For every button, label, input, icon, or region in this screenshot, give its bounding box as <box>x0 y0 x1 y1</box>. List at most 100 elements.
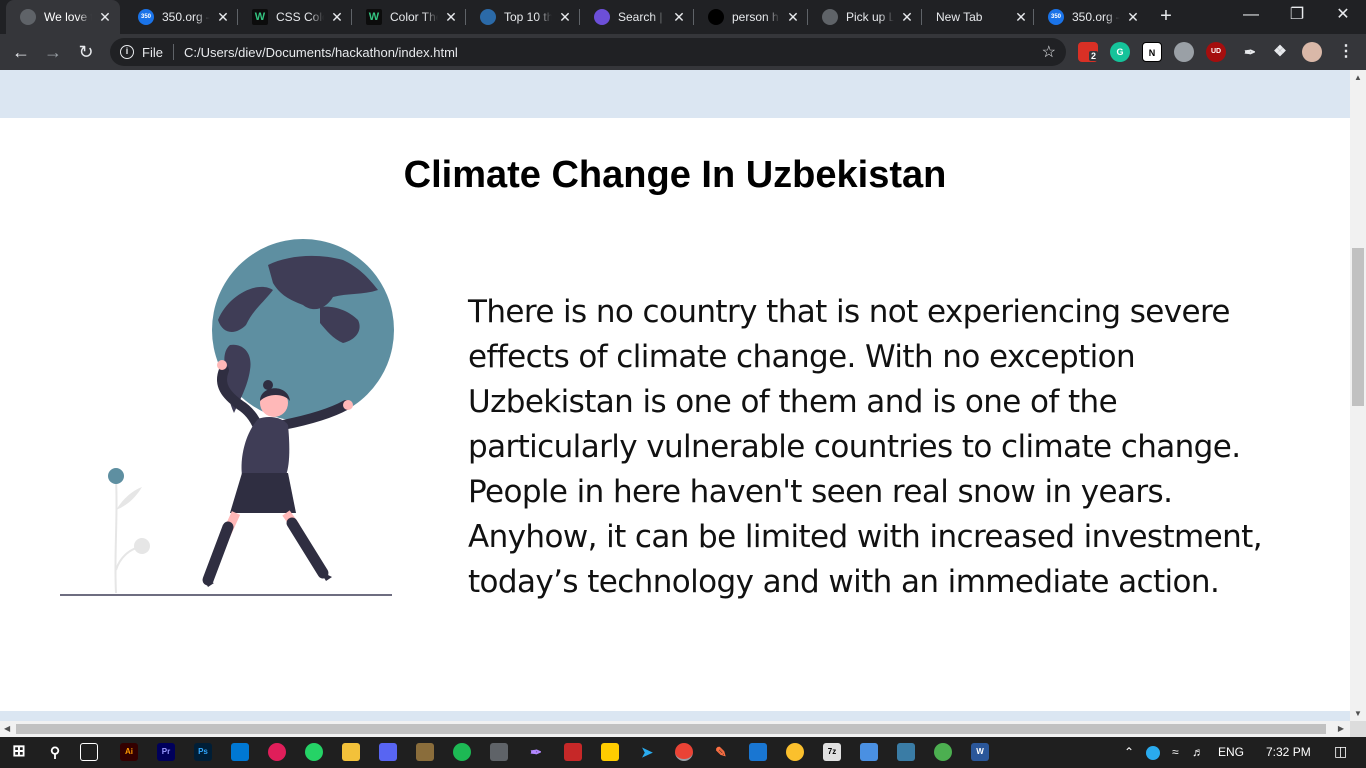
paint-icon[interactable]: ✎ <box>712 743 730 761</box>
green-app-icon[interactable] <box>934 743 952 761</box>
spotify-icon[interactable] <box>453 743 471 761</box>
tab-label: Search | u <box>618 10 666 24</box>
notifications-icon[interactable]: ◫ <box>1334 743 1347 760</box>
yellow-app-icon[interactable] <box>601 743 619 761</box>
wifi-icon[interactable]: ≈ <box>1172 745 1179 759</box>
tray-telegram-icon[interactable] <box>1146 746 1160 760</box>
tab-close-icon[interactable]: ✕ <box>900 9 914 26</box>
scroll-left-arrow-icon[interactable]: ◀ <box>4 724 10 733</box>
scroll-up-arrow-icon[interactable]: ▲ <box>1354 73 1362 82</box>
horizontal-scrollbar[interactable]: ◀ ▶ <box>0 721 1350 737</box>
address-bar[interactable]: i File C:/Users/diev/Documents/hackathon… <box>110 38 1066 66</box>
page-title: Climate Change In Uzbekistan <box>403 154 947 196</box>
tab-4[interactable]: Top 10 th ✕ <box>466 0 580 34</box>
task-view-icon[interactable] <box>80 743 98 761</box>
tab-0[interactable]: We love t ✕ <box>6 0 120 34</box>
tab-7[interactable]: Pick up L ✕ <box>808 0 922 34</box>
extensions-puzzle-icon[interactable]: ❖ <box>1270 42 1290 62</box>
reload-icon[interactable]: ↻ <box>73 39 99 65</box>
tab-close-icon[interactable]: ✕ <box>1126 9 1140 26</box>
slack-icon[interactable] <box>268 743 286 761</box>
header-band <box>0 70 1350 118</box>
red-app-icon[interactable] <box>564 743 582 761</box>
tab-close-icon[interactable]: ✕ <box>558 9 572 26</box>
tab-label: Color The <box>390 10 438 24</box>
tab-9[interactable]: 350 350.org – ✕ <box>1034 0 1148 34</box>
tab-2[interactable]: W CSS Colo ✕ <box>238 0 352 34</box>
tab-close-icon[interactable]: ✕ <box>1014 9 1028 26</box>
tab-separator <box>693 9 694 25</box>
search-icon[interactable]: ⚲ <box>46 743 64 761</box>
ublock-icon[interactable]: UD <box>1206 42 1226 62</box>
blue-app-icon[interactable] <box>749 743 767 761</box>
chrome-icon[interactable] <box>675 743 693 761</box>
file-explorer-icon[interactable] <box>342 743 360 761</box>
photoshop-icon[interactable]: Ps <box>194 743 212 761</box>
back-arrow-icon[interactable]: ← <box>8 39 34 65</box>
new-tab-button[interactable]: + <box>1154 5 1178 29</box>
calendar-extension-icon[interactable]: 2 <box>1078 42 1099 62</box>
telegram-icon[interactable]: ➤ <box>638 743 656 761</box>
books-icon[interactable] <box>416 743 434 761</box>
python-icon[interactable] <box>860 743 878 761</box>
tab-5[interactable]: Search | u ✕ <box>580 0 694 34</box>
tab-close-icon[interactable]: ✕ <box>672 9 686 26</box>
tab-label: We love t <box>44 10 92 24</box>
monitor-app-icon[interactable] <box>897 743 915 761</box>
tray-chevron-icon[interactable]: ⌃ <box>1124 745 1134 759</box>
tab-close-icon[interactable]: ✕ <box>444 9 458 26</box>
notion-icon[interactable]: N <box>1142 42 1162 62</box>
tab-6[interactable]: person h ✕ <box>694 0 808 34</box>
grammarly-icon[interactable]: G <box>1110 42 1130 62</box>
tab-favicon-icon <box>480 9 496 25</box>
tab-close-icon[interactable]: ✕ <box>216 9 230 26</box>
triangle-app-icon[interactable] <box>786 743 804 761</box>
premiere-icon[interactable]: Pr <box>157 743 175 761</box>
windows-start-icon[interactable]: ⊞ <box>10 743 28 761</box>
restore-button[interactable]: ❐ <box>1274 0 1320 32</box>
feather-app-icon[interactable]: ✒ <box>527 743 545 761</box>
tab-separator <box>1033 9 1034 25</box>
info-icon[interactable]: i <box>120 45 134 59</box>
horizontal-scroll-thumb[interactable] <box>16 724 1326 734</box>
forward-arrow-icon[interactable]: → <box>40 39 66 65</box>
tab-separator <box>807 9 808 25</box>
tab-3[interactable]: W Color The ✕ <box>352 0 466 34</box>
tab-favicon-icon <box>20 9 36 25</box>
tab-1[interactable]: 350 350.org – ✕ <box>124 0 238 34</box>
cloud-extension-icon[interactable] <box>1174 42 1194 62</box>
tab-close-icon[interactable]: ✕ <box>786 9 800 26</box>
tab-separator <box>921 9 922 25</box>
scrollbar-corner <box>1350 721 1366 737</box>
scroll-down-arrow-icon[interactable]: ▼ <box>1354 709 1362 718</box>
profile-avatar[interactable] <box>1302 42 1322 62</box>
browser-menu-icon[interactable]: ⋮ <box>1338 42 1354 62</box>
page-viewport: Climate Change In Uzbekistan There is no… <box>0 70 1350 721</box>
right-hand <box>343 400 353 410</box>
tab-label: person h <box>732 10 779 24</box>
tab-close-icon[interactable]: ✕ <box>330 9 344 26</box>
tab-8[interactable]: New Tab ✕ <box>922 0 1036 34</box>
word-icon[interactable]: W <box>971 743 989 761</box>
illustrator-icon[interactable]: Ai <box>120 743 138 761</box>
vertical-scroll-thumb[interactable] <box>1352 248 1364 406</box>
calculator-icon[interactable] <box>490 743 508 761</box>
bookmark-star-icon[interactable]: ☆ <box>1042 42 1056 62</box>
language-indicator[interactable]: ENG <box>1218 745 1244 759</box>
seven-zip-icon[interactable]: 7z <box>823 743 841 761</box>
tab-label: CSS Colo <box>276 10 324 24</box>
pen-extension-icon[interactable]: ✒ <box>1240 42 1260 62</box>
tab-close-icon[interactable]: ✕ <box>98 9 112 26</box>
scroll-right-arrow-icon[interactable]: ▶ <box>1338 724 1344 733</box>
minimize-button[interactable]: — <box>1228 0 1274 32</box>
vertical-scrollbar[interactable]: ▲ ▼ <box>1350 70 1366 721</box>
windows-taskbar: ⊞ ⚲ Ai Pr Ps ✒ ➤ ✎ 7z W ⌃ ≈ ♬ ENG 7:32 P… <box>0 737 1366 768</box>
whatsapp-icon[interactable] <box>305 743 323 761</box>
discord-icon[interactable] <box>379 743 397 761</box>
tab-strip: We love t ✕ 350 350.org – ✕ W CSS Colo ✕ W Color … <box>0 0 1366 34</box>
clock-time[interactable]: 7:32 PM <box>1266 745 1311 759</box>
mail-icon[interactable] <box>231 743 249 761</box>
extension-badge: 2 <box>1089 51 1099 61</box>
volume-icon[interactable]: ♬ <box>1192 745 1204 759</box>
close-window-button[interactable]: ✕ <box>1320 0 1366 32</box>
